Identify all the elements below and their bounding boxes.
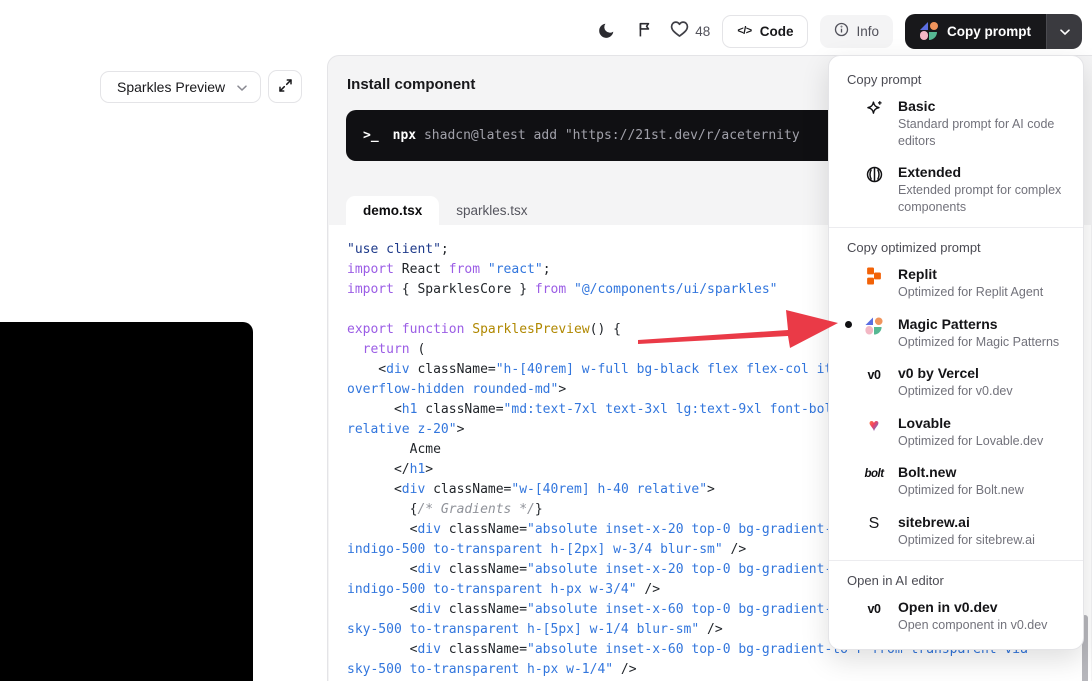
copy-prompt-label: Copy prompt <box>947 24 1031 39</box>
menu-item-basic[interactable]: Basic Standard prompt for AI code editor… <box>829 90 1083 156</box>
magic-patterns-logo-icon <box>920 22 938 40</box>
expand-icon <box>278 78 293 96</box>
sparkles-icon <box>863 97 885 119</box>
menu-section-label: Copy prompt <box>829 65 1083 90</box>
like-count: 48 <box>695 24 710 39</box>
sitebrew-icon: S <box>863 513 885 535</box>
menu-section-label: Open in AI editor <box>829 566 1083 591</box>
flag-button[interactable] <box>632 18 658 44</box>
menu-item-desc: Extended prompt for complex components <box>898 182 1069 215</box>
info-icon <box>834 22 849 40</box>
tab-demo-tsx[interactable]: demo.tsx <box>346 196 439 225</box>
code-line: sky-500 to-transparent h-px w-1/4" /> <box>347 660 1091 680</box>
code-tab-button[interactable]: </> Code <box>722 15 808 48</box>
menu-item-title: Lovable <box>898 414 1043 433</box>
menu-divider <box>829 560 1083 561</box>
info-tab-button[interactable]: Info <box>820 15 893 48</box>
menu-item-desc: Standard prompt for AI code editors <box>898 116 1069 149</box>
copy-prompt-menu: Copy prompt Basic Standard prompt for AI… <box>828 55 1084 650</box>
copy-prompt-dropdown-button[interactable] <box>1046 14 1082 49</box>
lovable-heart-icon: ♥ <box>863 414 885 436</box>
menu-item-title: Basic <box>898 97 1069 116</box>
terminal-prompt-icon: >_ <box>363 128 379 143</box>
menu-item-title: Replit <box>898 265 1043 284</box>
info-button-label: Info <box>856 24 879 39</box>
chevron-down-icon <box>236 79 248 95</box>
like-button[interactable]: 48 <box>670 20 710 43</box>
menu-section-label: Copy optimized prompt <box>829 233 1083 258</box>
menu-item-v0[interactable]: v0 v0 by Vercel Optimized for v0.dev <box>829 357 1083 407</box>
menu-item-desc: Open component in v0.dev <box>898 617 1047 634</box>
menu-item-bolt[interactable]: bolt Bolt.new Optimized for Bolt.new <box>829 456 1083 506</box>
command-npx: npx <box>393 128 416 143</box>
menu-divider <box>829 227 1083 228</box>
copy-prompt-button-group: Copy prompt <box>905 14 1082 49</box>
menu-item-open-v0[interactable]: v0 Open in v0.dev Open component in v0.d… <box>829 591 1083 641</box>
menu-item-desc: Optimized for Magic Patterns <box>898 334 1059 351</box>
v0-icon: v0 <box>863 364 885 386</box>
brain-icon <box>863 163 885 185</box>
code-button-label: Code <box>760 24 794 39</box>
heart-icon <box>670 20 689 43</box>
chevron-down-icon <box>1059 24 1071 39</box>
copy-prompt-button[interactable]: Copy prompt <box>905 14 1046 49</box>
menu-item-lovable[interactable]: ♥ Lovable Optimized for Lovable.dev <box>829 407 1083 457</box>
menu-item-desc: Optimized for Replit Agent <box>898 284 1043 301</box>
preview-variant-select[interactable]: Sparkles Preview <box>100 71 261 103</box>
menu-item-title: sitebrew.ai <box>898 513 1035 532</box>
command-text: shadcn@latest add "https://21st.dev/r/ac… <box>424 128 800 143</box>
preview-variant-label: Sparkles Preview <box>117 79 225 95</box>
menu-item-title: v0 by Vercel <box>898 364 1013 383</box>
topbar: 48 </> Code Info Copy prompt <box>594 13 1082 49</box>
theme-toggle-button[interactable] <box>594 18 620 44</box>
menu-item-desc: Optimized for Lovable.dev <box>898 433 1043 450</box>
component-preview-canvas <box>0 322 253 681</box>
menu-item-title: Open in v0.dev <box>898 598 1047 617</box>
menu-item-sitebrew[interactable]: S sitebrew.ai Optimized for sitebrew.ai <box>829 506 1083 556</box>
menu-item-extended[interactable]: Extended Extended prompt for complex com… <box>829 156 1083 222</box>
flag-icon <box>637 21 654 41</box>
menu-item-desc: Optimized for Bolt.new <box>898 482 1024 499</box>
v0-icon: v0 <box>863 598 885 620</box>
install-heading: Install component <box>347 76 475 93</box>
menu-item-title: Extended <box>898 163 1069 182</box>
selected-bullet <box>845 321 852 328</box>
replit-icon <box>863 265 885 287</box>
tab-sparkles-tsx[interactable]: sparkles.tsx <box>439 196 544 225</box>
menu-item-title: Magic Patterns <box>898 315 1059 334</box>
bolt-icon: bolt <box>863 463 885 485</box>
menu-item-magic-patterns[interactable]: Magic Patterns Optimized for Magic Patte… <box>829 308 1083 358</box>
magic-patterns-icon <box>863 315 885 337</box>
code-icon: </> <box>737 25 751 37</box>
menu-item-replit[interactable]: Replit Optimized for Replit Agent <box>829 258 1083 308</box>
menu-item-title: Bolt.new <box>898 463 1024 482</box>
menu-item-desc: Optimized for v0.dev <box>898 383 1013 400</box>
file-tabs: demo.tsx sparkles.tsx <box>346 196 545 225</box>
moon-icon <box>598 21 616 42</box>
menu-item-desc: Optimized for sitebrew.ai <box>898 532 1035 549</box>
fullscreen-button[interactable] <box>268 70 302 103</box>
